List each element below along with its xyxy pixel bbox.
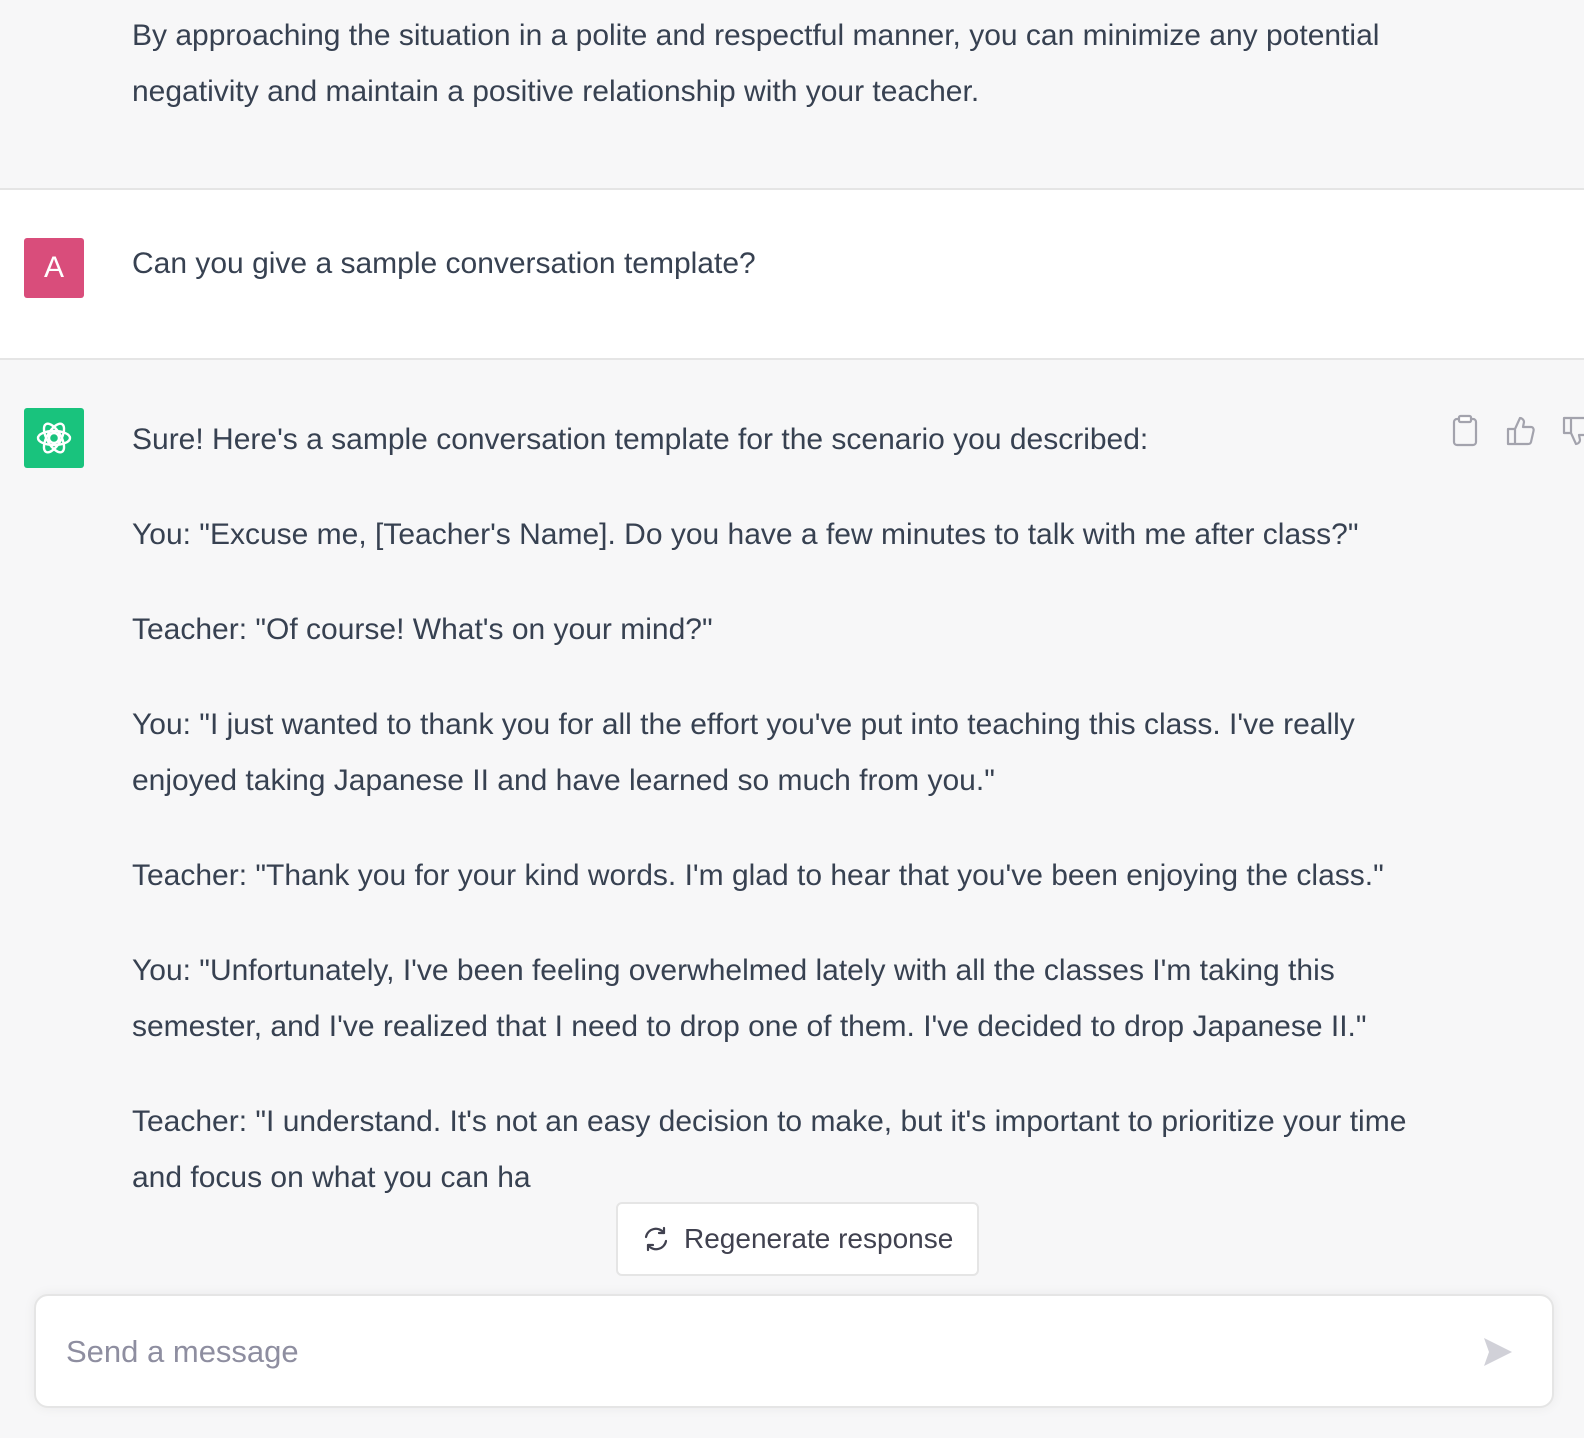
user-avatar-letter: A: [43, 251, 64, 284]
message-input[interactable]: [66, 1326, 1446, 1378]
user-message-text: Can you give a sample conversation templ…: [132, 247, 756, 280]
assistant-paragraph: Sure! Here's a sample conversation templ…: [132, 423, 1149, 456]
message-composer: [34, 1294, 1554, 1408]
thumbs-down-button[interactable]: [1560, 414, 1584, 448]
thumbs-up-button[interactable]: [1504, 414, 1538, 448]
assistant-paragraph: You: "Excuse me, [Teacher's Name]. Do yo…: [132, 518, 1359, 551]
assistant-paragraph: Teacher: "Thank you for your kind words.…: [132, 859, 1384, 892]
assistant-avatar: [24, 408, 84, 468]
copy-button[interactable]: [1448, 414, 1482, 448]
thumbs-up-icon: [1506, 416, 1535, 446]
thumbs-down-icon: [1562, 416, 1584, 446]
assistant-paragraph: Teacher: "I understand. It's not an easy…: [132, 1105, 1407, 1194]
assistant-paragraph: You: "Unfortunately, I've been feeling o…: [132, 954, 1367, 1043]
send-icon: [1484, 1338, 1512, 1366]
previous-message-text: By approaching the situation in a polite…: [132, 19, 1380, 108]
send-button[interactable]: [1476, 1330, 1520, 1374]
assistant-paragraph: Teacher: "Of course! What's on your mind…: [132, 613, 713, 646]
regenerate-label: Regenerate response: [684, 1223, 954, 1254]
clipboard-icon: [1452, 414, 1478, 447]
assistant-paragraph: You: "I just wanted to thank you for all…: [132, 708, 1355, 797]
assistant-message-content: Sure! Here's a sample conversation templ…: [132, 412, 1422, 1245]
chat-page: By approaching the situation in a polite…: [0, 0, 1584, 1438]
openai-logo-icon: [36, 422, 72, 454]
user-message-block: A Can you give a sample conversation tem…: [0, 190, 1584, 360]
refresh-icon: [644, 1226, 668, 1252]
regenerate-response-button[interactable]: Regenerate response: [616, 1202, 980, 1276]
user-avatar: A: [24, 238, 84, 298]
assistant-message-block: Sure! Here's a sample conversation templ…: [0, 360, 1584, 1438]
previous-message-block: By approaching the situation in a polite…: [0, 0, 1584, 190]
message-actions: [1448, 414, 1584, 448]
